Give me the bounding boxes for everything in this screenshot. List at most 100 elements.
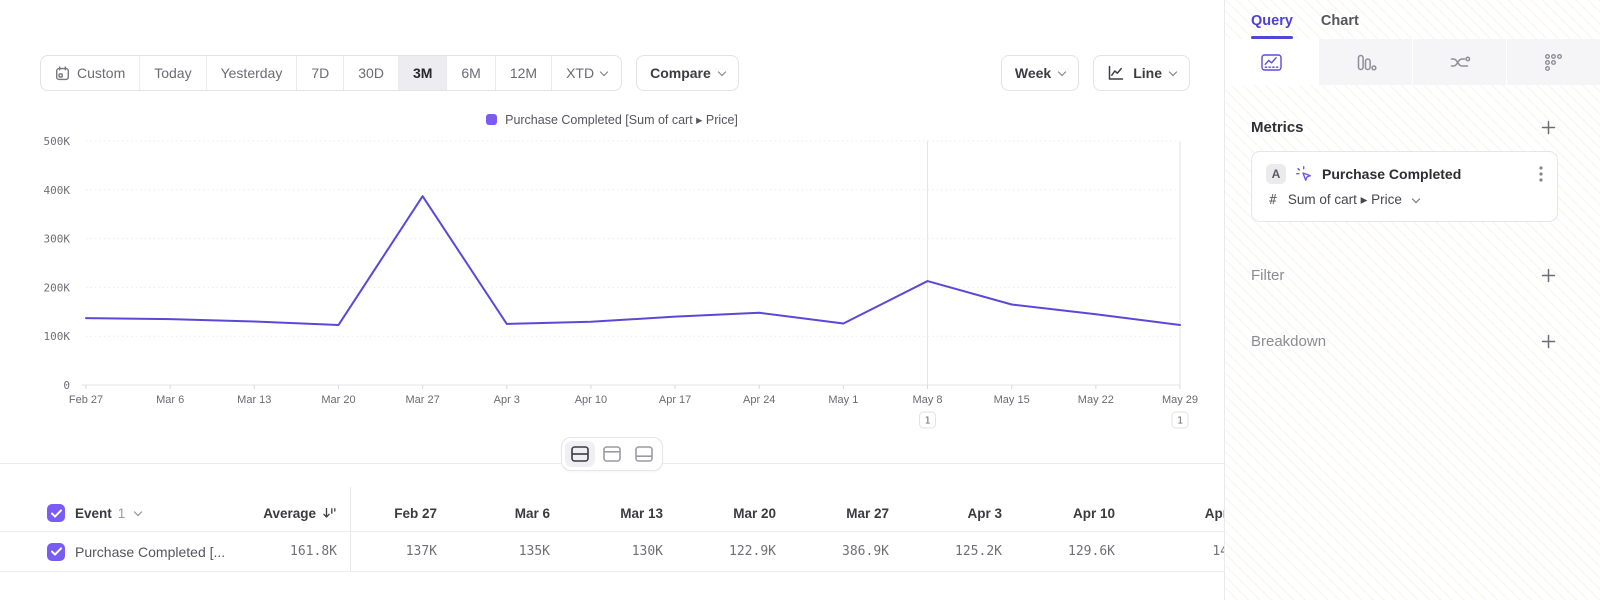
event-name-cell: Purchase Completed [... xyxy=(0,543,230,561)
y-axis-tick: 0 xyxy=(63,379,70,392)
y-axis-tick: 200K xyxy=(44,281,71,294)
annotation-badge[interactable]: 1 xyxy=(920,412,936,428)
series-line[interactable] xyxy=(86,196,1180,325)
panel-tabs: Query Chart xyxy=(1225,0,1600,39)
filter-title: Filter xyxy=(1251,267,1284,284)
number-type-icon: # xyxy=(1269,193,1277,208)
range-label: 12M xyxy=(510,65,537,81)
date-column-header: Feb 27 xyxy=(337,506,437,521)
x-axis-tick: Mar 27 xyxy=(405,394,439,406)
select-all-checkbox[interactable] xyxy=(47,504,65,522)
range-label: Yesterday xyxy=(221,65,283,81)
average-header-label: Average xyxy=(263,506,316,521)
chart-type-retention[interactable] xyxy=(1506,39,1600,85)
granularity-button[interactable]: Week xyxy=(1001,55,1079,91)
x-axis-tick: Apr 24 xyxy=(743,394,775,406)
metric-aggregation-control[interactable]: # Sum of cart ▸ Price xyxy=(1266,192,1545,208)
value-cell: 14 xyxy=(1115,544,1224,559)
chart-only-icon xyxy=(602,445,622,463)
add-metric-button[interactable] xyxy=(1539,118,1558,137)
event-count: 1 xyxy=(118,506,126,521)
range-12m[interactable]: 12M xyxy=(495,56,551,90)
value-cell: 129.6K xyxy=(1002,544,1115,559)
range-30d[interactable]: 30D xyxy=(343,56,398,90)
split-view-icon xyxy=(570,445,590,463)
granularity-label: Week xyxy=(1015,65,1051,81)
add-filter-button[interactable] xyxy=(1539,266,1558,285)
chart-legend[interactable]: Purchase Completed [Sum of cart ▸ Price] xyxy=(0,112,1224,127)
range-7d[interactable]: 7D xyxy=(296,56,343,90)
toolbar: Custom Today Yesterday 7D 30D 3M6M 12M XTD Comp… xyxy=(40,55,1190,91)
y-axis-tick: 300K xyxy=(44,233,71,246)
legend-label: Purchase Completed [Sum of cart ▸ Price] xyxy=(505,112,738,127)
kebab-menu-icon[interactable] xyxy=(1537,164,1545,184)
x-axis-tick: Mar 6 xyxy=(156,394,184,406)
breakdown-section-header: Breakdown xyxy=(1251,332,1558,351)
chart-style-button[interactable]: Line xyxy=(1093,55,1190,91)
add-breakdown-button[interactable] xyxy=(1539,332,1558,351)
range-custom[interactable]: Custom xyxy=(41,56,139,90)
chart-type-strip xyxy=(1225,39,1600,85)
line-chart-icon xyxy=(1107,65,1125,81)
compare-label: Compare xyxy=(650,65,711,81)
tab-chart[interactable]: Chart xyxy=(1321,13,1359,39)
range-6m[interactable]: 6M xyxy=(446,56,494,90)
calendar-icon xyxy=(55,66,70,81)
metric-event-name: Purchase Completed xyxy=(1322,166,1528,182)
value-cell: 130K xyxy=(550,544,663,559)
range-today[interactable]: Today xyxy=(139,56,205,90)
range-label: 30D xyxy=(358,65,384,81)
sort-descending-icon xyxy=(322,506,337,520)
range-yesterday[interactable]: Yesterday xyxy=(206,56,297,90)
kebab-menu-icon xyxy=(1539,166,1543,182)
date-column-header: Mar 6 xyxy=(437,506,550,521)
chart-type-funnels[interactable] xyxy=(1318,39,1412,85)
date-column-header: Apr xyxy=(1115,506,1224,521)
average-header-cell[interactable]: Average xyxy=(230,506,337,521)
chart-type-insights[interactable] xyxy=(1225,39,1318,85)
date-header-cells: Feb 27Mar 6Mar 13Mar 20Mar 27Apr 3Apr 10… xyxy=(337,506,1224,521)
date-column-header: Mar 20 xyxy=(663,506,776,521)
metric-card-row1: A Purchase Completed xyxy=(1266,164,1545,184)
metric-card[interactable]: A Purchase Completed # Sum of cart ▸ Pri… xyxy=(1251,151,1558,222)
value-cells: 137K135K130K122.9K386.9K125.2K129.6K14 xyxy=(337,544,1224,559)
plus-icon xyxy=(1541,334,1556,349)
flows-icon xyxy=(1448,52,1471,73)
line-chart-icon xyxy=(1107,65,1125,81)
value-cell: 125.2K xyxy=(889,544,1002,559)
line-chart[interactable]: 0100K200K300K400K500KFeb 27Mar 6Mar 13Ma… xyxy=(0,130,1224,440)
legend-swatch xyxy=(486,114,497,125)
row-event-name[interactable]: Purchase Completed [... xyxy=(75,544,225,560)
table-column-divider xyxy=(350,487,351,572)
layout-toggle-wrap xyxy=(0,437,1224,471)
table-only-toggle-button[interactable] xyxy=(629,441,659,467)
compare-button[interactable]: Compare xyxy=(636,55,739,91)
annotation-badge[interactable]: 1 xyxy=(1172,412,1188,428)
range-label: Custom xyxy=(77,65,125,81)
range-label: 7D xyxy=(311,65,329,81)
filter-section-header: Filter xyxy=(1251,266,1558,285)
chevron-down-icon xyxy=(1169,67,1177,75)
retention-icon xyxy=(1543,52,1564,73)
chevron-down-icon xyxy=(718,67,726,75)
insights-report-page: Custom Today Yesterday 7D 30D 3M6M 12M XTD Comp… xyxy=(0,0,1600,600)
x-axis-tick: May 1 xyxy=(828,394,858,406)
chevron-down-icon[interactable] xyxy=(134,507,142,515)
funnels-icon xyxy=(1354,52,1377,73)
range-label: XTD xyxy=(566,65,594,81)
panel-sections: Metrics A Purchase Completed # Sum of ca… xyxy=(1225,118,1600,351)
chart-only-toggle-button[interactable] xyxy=(597,441,627,467)
chevron-down-icon xyxy=(600,67,608,75)
range-3m[interactable]: 3M xyxy=(398,56,446,90)
range-xtd[interactable]: XTD xyxy=(551,56,621,90)
value-cell: 137K xyxy=(337,544,437,559)
x-axis-tick: Apr 3 xyxy=(494,394,520,406)
x-axis-tick: Mar 13 xyxy=(237,394,271,406)
chart-type-flows[interactable] xyxy=(1412,39,1506,85)
split-view-toggle-button[interactable] xyxy=(565,441,595,467)
row-checkbox[interactable] xyxy=(47,543,65,561)
tab-query[interactable]: Query xyxy=(1251,13,1293,39)
chart-style-label: Line xyxy=(1133,65,1162,81)
table-only-icon xyxy=(634,445,654,463)
x-axis-tick: Feb 27 xyxy=(69,394,103,406)
